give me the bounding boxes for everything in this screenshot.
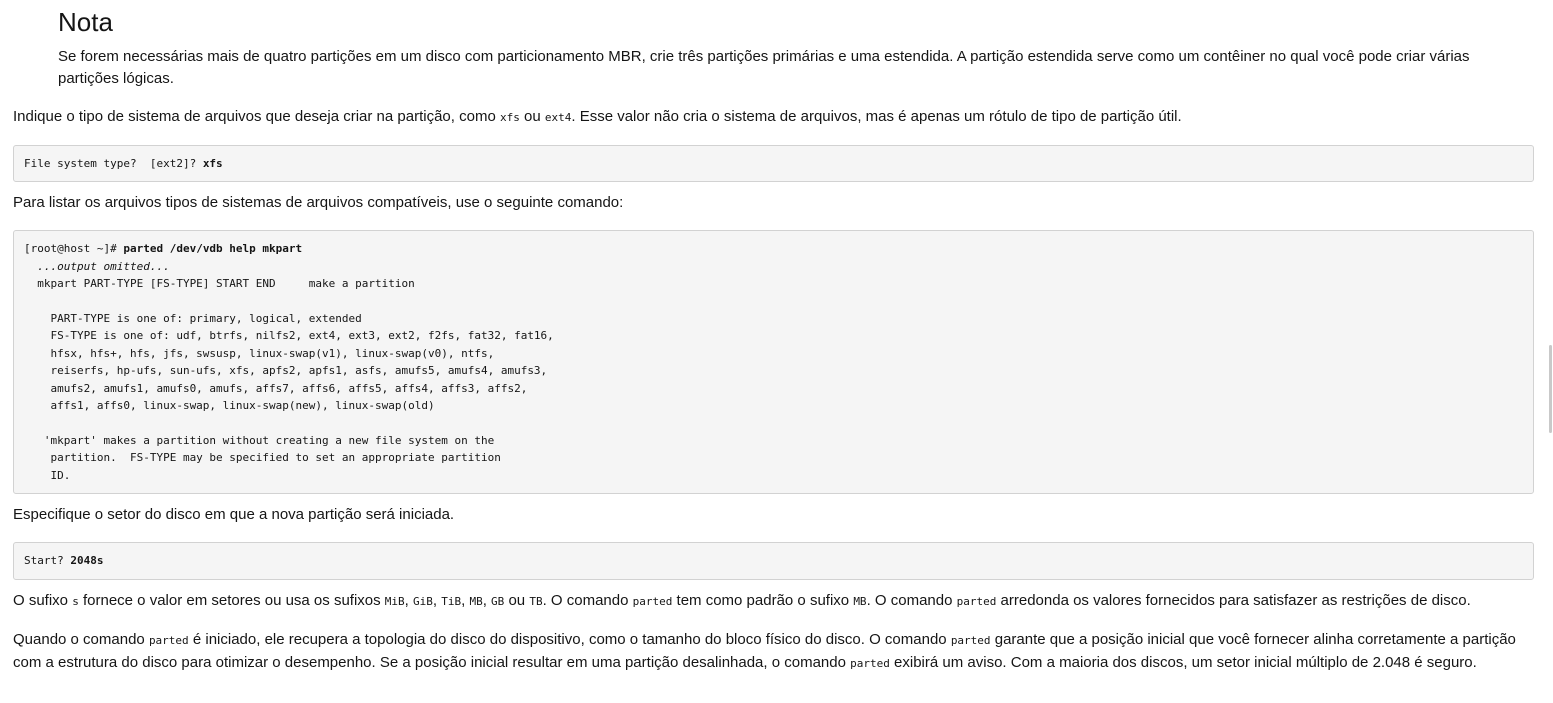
- inline-code-ext4: ext4: [544, 111, 572, 124]
- text-span: . O comando: [866, 591, 957, 609]
- text-span: arredonda os valores fornecidos para sat…: [996, 591, 1471, 609]
- paragraph-start-sector: Especifique o setor do disco em que a no…: [13, 506, 455, 524]
- text-span: ,: [404, 591, 414, 609]
- text-span: ,: [482, 591, 492, 609]
- code-output: mkpart PART-TYPE [FS-TYPE] START END mak…: [37, 277, 554, 482]
- note-admonition: Nota Se forem necessárias mais de quatro…: [58, 0, 1534, 90]
- inline-code-mb: MB: [469, 594, 483, 608]
- paragraph-list-filesystems: Para listar os arquivos tipos de sistema…: [13, 194, 624, 212]
- paragraph-alignment: Quando o comando parted é iniciado, ele …: [13, 629, 1534, 675]
- text-span: ou: [504, 591, 530, 609]
- inline-code-parted: parted: [850, 656, 890, 670]
- text-span: é iniciado, ele recupera a topologia do …: [188, 630, 951, 648]
- note-title: Nota: [58, 7, 113, 37]
- inline-code-s: s: [72, 594, 79, 608]
- inline-code-mib: MiB: [384, 594, 405, 608]
- vertical-scrollbar[interactable]: [1549, 0, 1553, 703]
- text-span: exibirá um aviso. Com a maioria dos disc…: [889, 653, 1477, 671]
- inline-code-mb: MB: [853, 594, 867, 608]
- inline-code-tib: TiB: [441, 594, 462, 608]
- text-span: ,: [432, 591, 442, 609]
- paragraph-filesystem-type: Indique o tipo de sistema de arquivos qu…: [13, 106, 1534, 129]
- text-span: Quando o comando: [13, 630, 149, 648]
- code-prompt: Start?: [24, 554, 71, 568]
- text-span: ou: [519, 108, 545, 125]
- inline-code-parted: parted: [950, 633, 991, 647]
- code-prompt: File system type? [ext2]?: [24, 157, 203, 170]
- inline-code-xfs: xfs: [499, 111, 520, 124]
- code-block-parted-help[interactable]: [root@host ~]# parted /dev/vdb help mkpa…: [13, 230, 1534, 495]
- inline-code-parted: parted: [148, 633, 189, 647]
- text-span: O sufixo: [13, 591, 73, 609]
- inline-code-gb: GB: [491, 594, 505, 608]
- inline-code-gib: GiB: [413, 594, 433, 608]
- code-block-filesystem-type[interactable]: File system type? [ext2]? xfs: [13, 145, 1534, 183]
- text-span: . O comando: [542, 591, 633, 609]
- text-span: tem como padrão o sufixo: [672, 591, 854, 609]
- code-block-start[interactable]: Start? 2048s: [13, 542, 1534, 580]
- text-span: fornece o valor em setores ou usa os suf…: [78, 591, 385, 609]
- note-text: Se forem necessárias mais de quatro part…: [58, 48, 1470, 87]
- code-user-input: xfs: [202, 157, 223, 170]
- code-user-input: 2048s: [70, 554, 104, 568]
- code-prompt: [root@host ~]#: [24, 242, 124, 256]
- text-span: Indique o tipo de sistema de arquivos qu…: [13, 108, 500, 125]
- text-span: . Esse valor não cria o sistema de arqui…: [571, 108, 1182, 125]
- scrollbar-thumb[interactable]: [1549, 345, 1552, 433]
- code-command: parted /dev/vdb help mkpart: [123, 242, 303, 256]
- inline-code-tb: TB: [529, 594, 543, 608]
- code-output-omitted: ...output omitted...: [24, 259, 170, 273]
- inline-code-parted: parted: [956, 594, 997, 608]
- main-content: Nota Se forem necessárias mais de quatro…: [13, 0, 1534, 675]
- paragraph-suffixes: O sufixo s fornece o valor em setores ou…: [13, 590, 1534, 613]
- inline-code-parted: parted: [632, 594, 673, 608]
